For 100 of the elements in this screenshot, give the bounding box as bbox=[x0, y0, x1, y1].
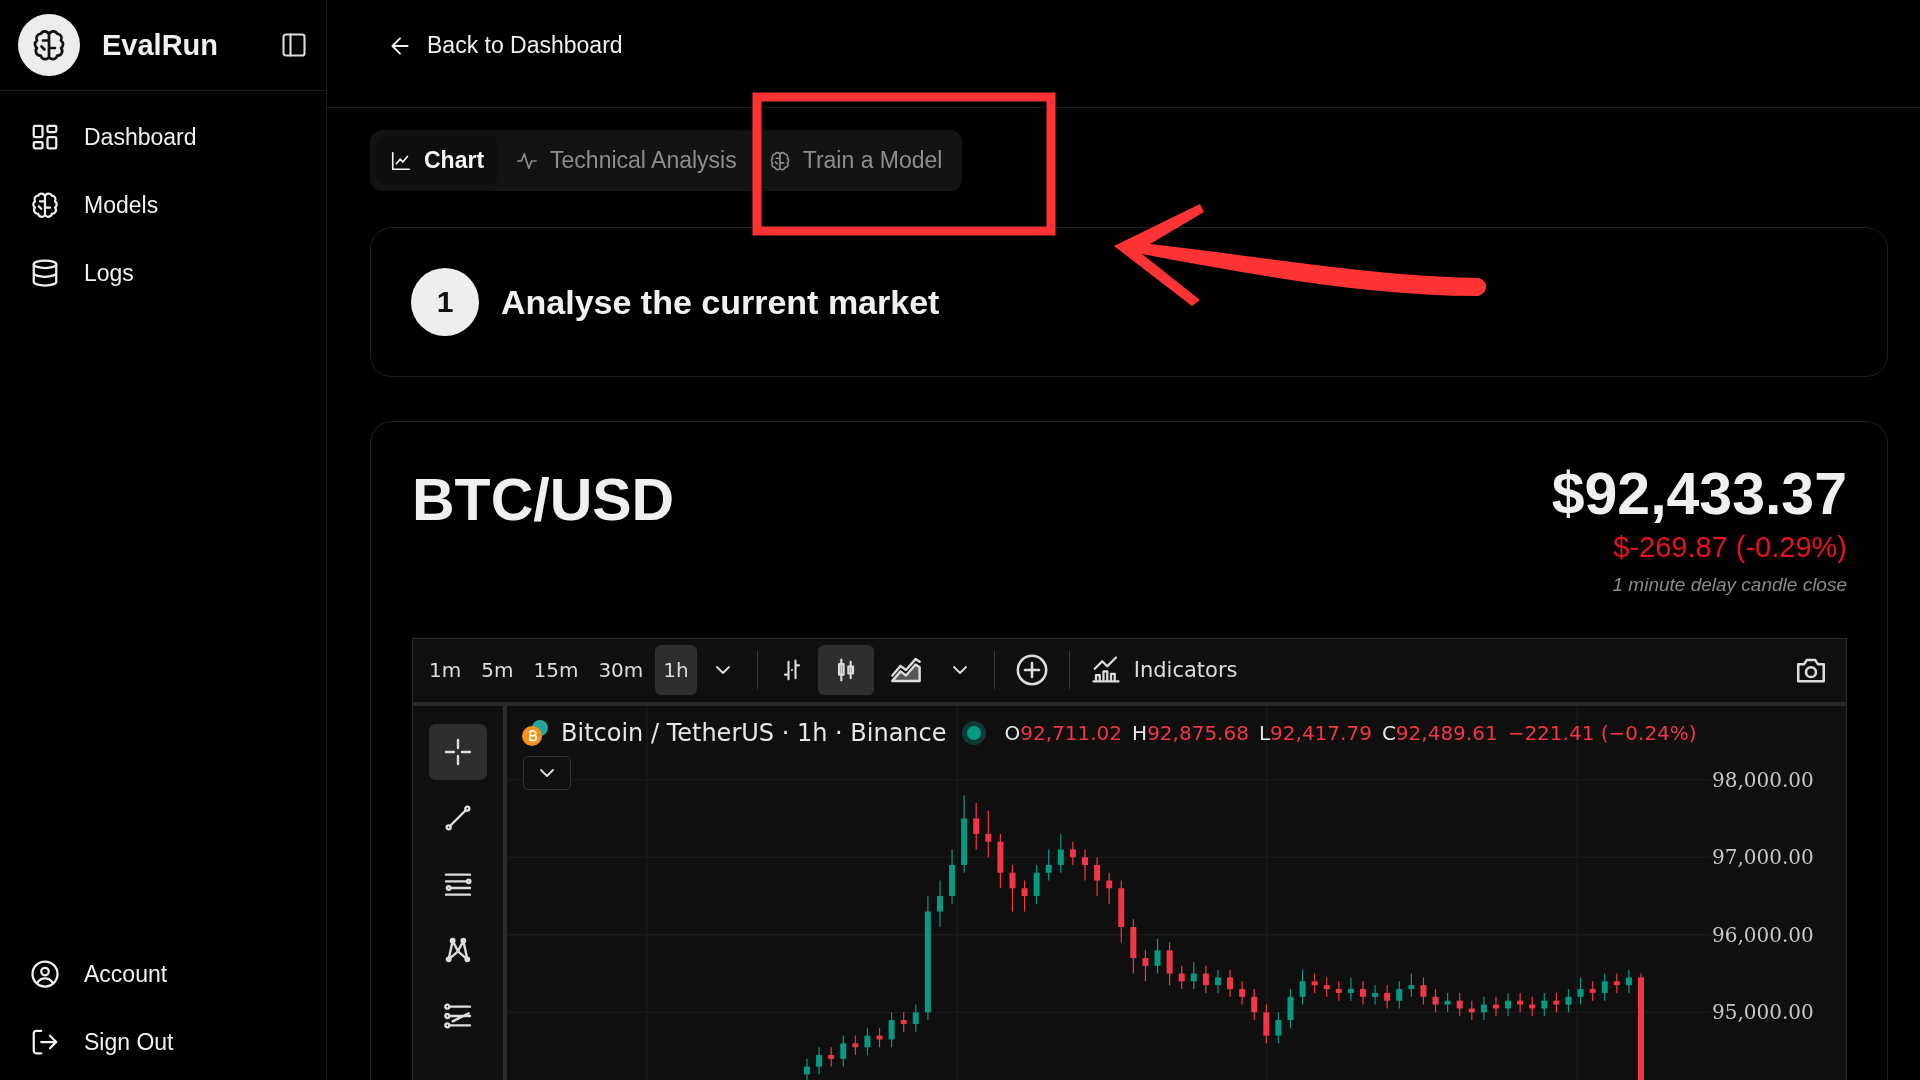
candle bbox=[1118, 879, 1125, 943]
candle bbox=[1492, 996, 1499, 1017]
ohlc-label: C bbox=[1381, 720, 1396, 745]
sidebar-icon bbox=[280, 31, 308, 59]
candle bbox=[1505, 992, 1512, 1017]
line-chart-icon bbox=[390, 149, 412, 172]
candle bbox=[1323, 976, 1330, 998]
chevron-down-icon bbox=[540, 768, 554, 777]
candle bbox=[1069, 841, 1076, 866]
nav-item[interactable]: Sign Out bbox=[30, 1008, 326, 1076]
sidebar-toggle-button[interactable] bbox=[280, 31, 308, 59]
pair-title: BTC/USD bbox=[412, 466, 675, 534]
candle bbox=[1432, 988, 1439, 1013]
candle bbox=[1480, 996, 1487, 1021]
candle bbox=[1384, 984, 1391, 1009]
tab[interactable]: Chart bbox=[376, 136, 499, 185]
step-number: 1 bbox=[411, 268, 479, 336]
price-axis-label: 98,000.00 bbox=[1712, 768, 1814, 791]
price-axis-label: 95,000.00 bbox=[1712, 1001, 1814, 1024]
candle bbox=[1106, 872, 1113, 905]
candle bbox=[1372, 984, 1379, 1006]
price: $92,433.37 bbox=[1551, 462, 1847, 527]
candle bbox=[1154, 937, 1161, 975]
nav-item[interactable]: Models bbox=[30, 171, 326, 239]
candle bbox=[1360, 980, 1366, 1006]
candle bbox=[1299, 968, 1306, 1006]
chevron-down-icon bbox=[952, 666, 967, 675]
drawing-tool-button[interactable] bbox=[429, 723, 487, 780]
price-axis-label: 97,000.00 bbox=[1712, 846, 1814, 869]
nav-item[interactable]: Account bbox=[30, 940, 326, 1008]
nav-item[interactable]: Logs bbox=[30, 239, 326, 307]
candle bbox=[1239, 980, 1246, 1006]
brain-icon bbox=[31, 27, 67, 63]
candle bbox=[804, 1058, 810, 1080]
candle bbox=[1335, 980, 1342, 1002]
indicators-button[interactable]: Indicators bbox=[1081, 645, 1246, 696]
candle bbox=[1214, 968, 1221, 994]
brain-icon bbox=[768, 149, 791, 172]
candle bbox=[852, 1034, 859, 1056]
timeframe-button[interactable]: 1h bbox=[655, 645, 697, 696]
candle bbox=[876, 1027, 883, 1048]
candle bbox=[1142, 949, 1149, 982]
candle bbox=[985, 810, 992, 858]
delay-note: 1 minute delay candle close bbox=[1612, 573, 1847, 596]
candle bbox=[1251, 988, 1258, 1021]
timeframe-button[interactable]: 1m bbox=[421, 645, 470, 696]
change-value: −221.41 (−0.24%) bbox=[1507, 720, 1697, 745]
grid-icon bbox=[30, 122, 60, 152]
candle bbox=[997, 833, 1004, 889]
legend-collapse-button[interactable] bbox=[523, 755, 571, 790]
candle bbox=[1045, 848, 1052, 881]
candle bbox=[816, 1046, 823, 1075]
chart-style-button[interactable] bbox=[817, 645, 874, 696]
candle bbox=[864, 1027, 871, 1056]
candle bbox=[1057, 833, 1064, 874]
candle bbox=[912, 1003, 919, 1033]
ohlc-value: 92,489.61 bbox=[1395, 720, 1498, 745]
candle bbox=[1529, 996, 1536, 1017]
candle bbox=[1613, 972, 1620, 994]
ohlc-value: 92,417.79 bbox=[1270, 720, 1372, 745]
timeframe-button[interactable]: 5m bbox=[473, 645, 522, 696]
candle bbox=[1601, 972, 1608, 1002]
ohlc-label: L bbox=[1258, 720, 1271, 745]
candle bbox=[1190, 961, 1197, 990]
candle bbox=[1009, 864, 1016, 912]
timeframe-button[interactable]: 30m bbox=[590, 645, 652, 696]
candle bbox=[1130, 918, 1137, 975]
candle bbox=[1202, 965, 1209, 994]
candle bbox=[973, 802, 980, 850]
candle bbox=[1541, 992, 1548, 1017]
candle bbox=[900, 1011, 907, 1033]
sign-out-icon bbox=[30, 1027, 60, 1057]
symbol-title: Bitcoin / TetherUS · 1h · Binance bbox=[561, 718, 947, 747]
candle bbox=[1287, 988, 1294, 1029]
candle bbox=[949, 848, 956, 905]
timeframe-button[interactable]: 15m bbox=[525, 645, 587, 696]
candle bbox=[1166, 941, 1173, 986]
candle bbox=[1517, 992, 1524, 1013]
price-axis-label: 96,000.00 bbox=[1712, 923, 1814, 946]
candle bbox=[1227, 968, 1234, 998]
candle bbox=[1347, 976, 1354, 1002]
candle bbox=[1311, 972, 1318, 994]
nav-item[interactable]: Dashboard bbox=[30, 103, 326, 171]
candle bbox=[1396, 980, 1403, 1009]
candle bbox=[936, 879, 943, 928]
candle bbox=[1275, 1011, 1282, 1044]
back-link[interactable]: Back to Dashboard bbox=[387, 32, 623, 59]
plus-circle-icon bbox=[1014, 653, 1049, 688]
coin-icon bbox=[521, 717, 551, 748]
candle bbox=[1553, 992, 1560, 1013]
candle bbox=[1589, 980, 1596, 1002]
candle bbox=[1033, 864, 1040, 905]
ohlc-label: O bbox=[1004, 720, 1021, 745]
candle bbox=[1021, 879, 1028, 912]
user-icon bbox=[30, 959, 60, 989]
tab[interactable]: Technical Analysis bbox=[502, 136, 751, 185]
candle bbox=[888, 1011, 895, 1048]
candle bbox=[1444, 992, 1451, 1013]
candle bbox=[1456, 992, 1463, 1017]
app-name: EvalRun bbox=[102, 28, 220, 62]
